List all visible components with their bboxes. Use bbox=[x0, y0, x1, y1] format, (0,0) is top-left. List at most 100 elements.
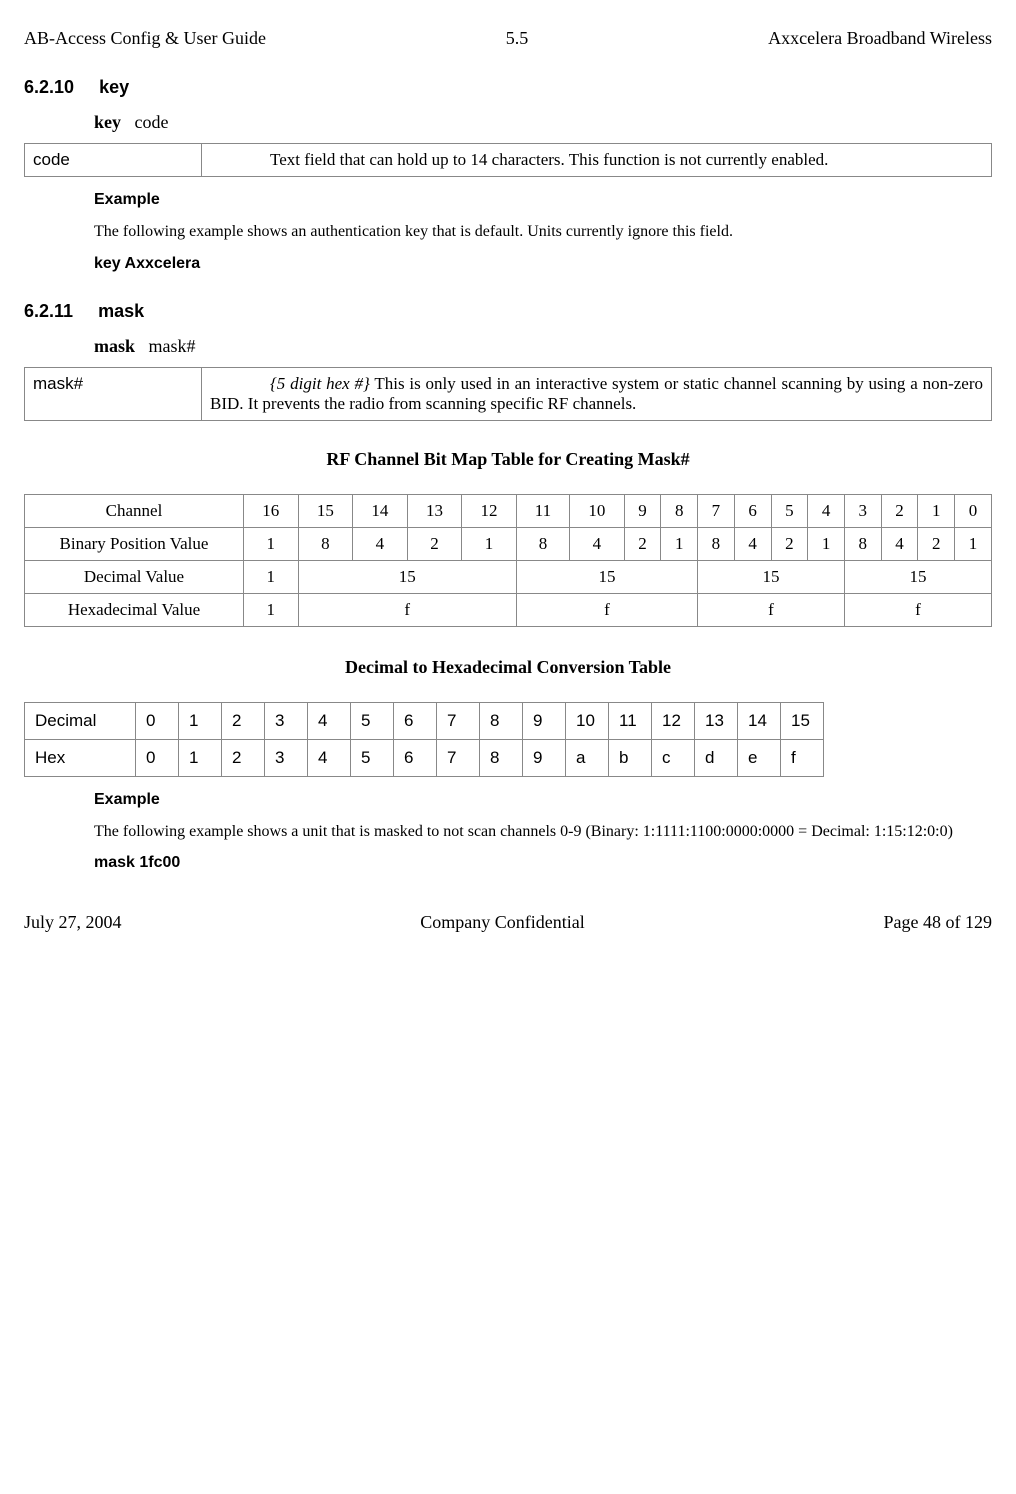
table-row: Binary Position Value 1 8 4 2 1 8 4 2 1 … bbox=[25, 527, 992, 560]
cell: 15 bbox=[298, 560, 516, 593]
section-mask-title: mask bbox=[98, 301, 144, 321]
key-example-label: Example bbox=[94, 191, 992, 209]
table-row: Channel 16 15 14 13 12 11 10 9 8 7 6 5 4… bbox=[25, 494, 992, 527]
cell: 11 bbox=[609, 702, 652, 739]
key-example-text: The following example shows an authentic… bbox=[24, 221, 992, 243]
mask-syntax-arg: mask# bbox=[149, 336, 196, 356]
cell: 7 bbox=[437, 739, 480, 776]
cell: 6 bbox=[394, 702, 437, 739]
header-center: 5.5 bbox=[506, 28, 529, 49]
cell: f bbox=[698, 593, 845, 626]
mask-example-cmd: mask 1fc00 bbox=[94, 854, 992, 872]
section-mask-num: 6.2.11 bbox=[24, 301, 73, 321]
header-right: Axxcelera Broadband Wireless bbox=[768, 28, 992, 49]
cell: 2 bbox=[222, 739, 265, 776]
table-row: Hexadecimal Value 1 f f f f bbox=[25, 593, 992, 626]
cell: f bbox=[844, 593, 991, 626]
cell: 13 bbox=[407, 494, 462, 527]
footer-center: Company Confidential bbox=[420, 912, 584, 933]
footer-right: Page 48 of 129 bbox=[884, 912, 992, 933]
table-row: Decimal Value 1 15 15 15 15 bbox=[25, 560, 992, 593]
cell: 8 bbox=[298, 527, 353, 560]
cell: 1 bbox=[462, 527, 517, 560]
cell: 8 bbox=[480, 702, 523, 739]
cell: 2 bbox=[881, 494, 918, 527]
bitmap-table: Channel 16 15 14 13 12 11 10 9 8 7 6 5 4… bbox=[24, 494, 992, 627]
cell: 13 bbox=[695, 702, 738, 739]
cell: 3 bbox=[265, 702, 308, 739]
cell: 10 bbox=[570, 494, 625, 527]
mask-param-table: mask# {5 digit hex #} This is only used … bbox=[24, 367, 992, 421]
cell: 8 bbox=[661, 494, 698, 527]
section-mask-heading: 6.2.11 mask bbox=[24, 301, 992, 322]
footer-left: July 27, 2004 bbox=[24, 912, 122, 933]
key-syntax: key code bbox=[94, 112, 992, 133]
mask-example-text: The following example shows a unit that … bbox=[24, 821, 992, 843]
table-row: Hex 0 1 2 3 4 5 6 7 8 9 a b c d e f bbox=[25, 739, 824, 776]
key-syntax-cmd: key bbox=[94, 112, 121, 132]
bitmap-row-label-binary: Binary Position Value bbox=[25, 527, 244, 560]
cell: 4 bbox=[734, 527, 771, 560]
cell: 4 bbox=[881, 527, 918, 560]
cell: 1 bbox=[808, 527, 845, 560]
table-row: code Text field that can hold up to 14 c… bbox=[25, 144, 992, 177]
bitmap-row-label-channel: Channel bbox=[25, 494, 244, 527]
cell: 1 bbox=[244, 560, 299, 593]
cell: 7 bbox=[437, 702, 480, 739]
header-left: AB-Access Config & User Guide bbox=[24, 28, 266, 49]
section-key-title: key bbox=[99, 77, 129, 97]
section-key-heading: 6.2.10 key bbox=[24, 77, 992, 98]
cell: 12 bbox=[462, 494, 517, 527]
cell: 4 bbox=[353, 527, 408, 560]
page-footer: July 27, 2004 Company Confidential Page … bbox=[24, 912, 992, 933]
cell: 1 bbox=[244, 593, 299, 626]
key-param-desc: Text field that can hold up to 14 charac… bbox=[270, 150, 828, 169]
cell: 6 bbox=[394, 739, 437, 776]
cell: 15 bbox=[298, 494, 353, 527]
key-param-desc-cell: Text field that can hold up to 14 charac… bbox=[202, 144, 992, 177]
cell: 0 bbox=[136, 702, 179, 739]
mask-example-label: Example bbox=[94, 791, 992, 809]
bitmap-row-label-hex: Hexadecimal Value bbox=[25, 593, 244, 626]
cell: 8 bbox=[516, 527, 569, 560]
cell: 10 bbox=[566, 702, 609, 739]
mask-param-italic: {5 digit hex #} bbox=[270, 374, 370, 393]
cell: 1 bbox=[955, 527, 992, 560]
cell: 0 bbox=[955, 494, 992, 527]
cell: 6 bbox=[734, 494, 771, 527]
cell: 4 bbox=[308, 739, 351, 776]
cell: 5 bbox=[771, 494, 808, 527]
cell: 15 bbox=[781, 702, 824, 739]
cell: 8 bbox=[844, 527, 881, 560]
cell: 2 bbox=[624, 527, 661, 560]
conv-row-label-hex: Hex bbox=[25, 739, 136, 776]
cell: 2 bbox=[407, 527, 462, 560]
mask-param-desc-cell: {5 digit hex #} This is only used in an … bbox=[202, 367, 992, 420]
cell: 1 bbox=[179, 702, 222, 739]
cell: 4 bbox=[808, 494, 845, 527]
cell: 2 bbox=[771, 527, 808, 560]
key-param-table: code Text field that can hold up to 14 c… bbox=[24, 143, 992, 177]
page-header: AB-Access Config & User Guide 5.5 Axxcel… bbox=[24, 28, 992, 49]
bitmap-table-title: RF Channel Bit Map Table for Creating Ma… bbox=[24, 449, 992, 470]
cell: 2 bbox=[918, 527, 955, 560]
cell: 4 bbox=[308, 702, 351, 739]
cell: 1 bbox=[661, 527, 698, 560]
section-key-num: 6.2.10 bbox=[24, 77, 74, 97]
mask-param-name: mask# bbox=[25, 367, 202, 420]
cell: 9 bbox=[523, 702, 566, 739]
cell: 15 bbox=[516, 560, 697, 593]
mask-syntax-cmd: mask bbox=[94, 336, 135, 356]
cell: c bbox=[652, 739, 695, 776]
cell: 12 bbox=[652, 702, 695, 739]
cell: a bbox=[566, 739, 609, 776]
cell: 15 bbox=[844, 560, 991, 593]
cell: 1 bbox=[918, 494, 955, 527]
cell: 3 bbox=[265, 739, 308, 776]
cell: e bbox=[738, 739, 781, 776]
table-row: mask# {5 digit hex #} This is only used … bbox=[25, 367, 992, 420]
cell: 8 bbox=[480, 739, 523, 776]
cell: 11 bbox=[516, 494, 569, 527]
cell: 0 bbox=[136, 739, 179, 776]
cell: 1 bbox=[179, 739, 222, 776]
